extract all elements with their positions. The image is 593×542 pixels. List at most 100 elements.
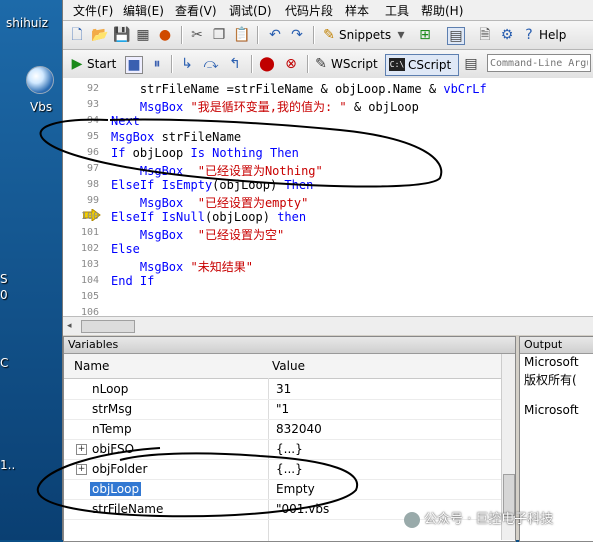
editor-horizontal-scrollbar[interactable]: ◂ [63,316,593,335]
menu-bar: 文件(F) 编辑(E) 查看(V) 调试(D) 代码片段 样本 工具 帮助(H) [63,0,593,21]
line-number: 97 [86,163,99,174]
variable-row[interactable]: nTemp 832040 [64,419,501,440]
code-line[interactable]: strFileName =strFileName & objLoop.Name … [111,82,487,96]
variables-panel-title: Variables [64,337,515,354]
paste-icon[interactable]: 📋 [233,27,250,43]
dropdown-arrow-icon[interactable]: ▾ [393,27,409,43]
copy-icon[interactable]: ❐ [211,27,227,43]
cut-icon[interactable]: ✂ [189,27,205,43]
scroll-thumb[interactable] [81,320,135,333]
debug-toolbar: ▶ Start ■ ⏸ ↳ ⤼ ↰ ⬤ ⊗ ✎ WScript C:\ CScr… [63,50,593,79]
line-number: 92 [86,83,99,94]
script-file-icon[interactable] [26,66,54,94]
expand-icon[interactable]: + [76,444,87,455]
menu-help[interactable]: 帮助(H) [421,2,463,19]
print-icon[interactable]: ▦ [135,27,151,43]
variable-value: {...} [276,462,303,476]
column-header-value[interactable]: Value [272,359,305,373]
clear-breakpoints-icon[interactable]: ⊗ [283,56,299,72]
help-button[interactable]: Help [539,25,566,45]
desktop-background: shihuiz Vbs S 0 C 1.. [0,0,62,540]
menu-samples[interactable]: 样本 [345,2,369,19]
list-icon[interactable]: ▤ [463,56,479,72]
variable-row[interactable]: nLoop 31 [64,379,501,400]
snippets-icon[interactable]: ✎ [321,27,337,43]
toolbar-separator [181,26,183,44]
desktop-file-label[interactable]: Vbs [30,100,52,114]
record-icon[interactable]: ● [157,27,173,43]
play-icon[interactable]: ▶ [69,56,85,72]
code-line[interactable]: MsgBox "已经设置为empty" [111,194,308,211]
help-icon[interactable]: ? [521,27,537,43]
menu-edit[interactable]: 编辑(E) [123,2,164,19]
variable-name: objLoop [90,482,142,496]
wscript-icon[interactable]: ✎ [313,56,329,72]
snippets-button[interactable]: Snippets [339,25,391,45]
expand-icon[interactable]: + [76,464,87,475]
save-icon[interactable]: 💾 [113,27,130,43]
code-line[interactable]: MsgBox "我是循环变量,我的值为: " & objLoop [111,98,419,115]
code-line[interactable]: End If [111,274,154,288]
toolbar-separator [313,26,315,44]
menu-file[interactable]: 文件(F) [73,2,113,19]
breakpoint-icon[interactable]: ⬤ [259,56,275,72]
open-folder-icon[interactable]: 📂 [91,27,108,43]
desktop-text-fragment: 1.. [0,458,16,472]
toolbar-separator [257,26,259,44]
output-line: Microsoft [524,403,579,417]
menu-snippets[interactable]: 代码片段 [285,2,333,19]
step-into-icon[interactable]: ↳ [179,56,195,72]
menu-view[interactable]: 查看(V) [175,2,217,19]
code-line[interactable]: If objLoop Is Nothing Then [111,146,299,160]
code-line[interactable]: Next [111,114,140,128]
line-number: 100 [80,211,99,222]
output-line: 版权所有( [524,373,577,387]
command-line-args-input[interactable] [487,54,591,72]
console-icon: C:\ [389,58,405,71]
redo-icon[interactable]: ↷ [289,27,305,43]
variable-value: {...} [276,442,303,456]
code-line[interactable]: MsgBox "未知结果" [111,258,253,275]
step-out-icon[interactable]: ↰ [227,56,243,72]
variable-value: "001.vbs [276,502,330,516]
code-line[interactable]: MsgBox "已经设置为空" [111,226,284,243]
undo-icon[interactable]: ↶ [267,27,283,43]
cscript-label: CScript [408,58,452,72]
toggle-panel-icon[interactable]: ▤ [447,27,465,45]
wscript-button[interactable]: WScript [331,54,378,74]
settings-gear-icon[interactable]: ⚙ [499,27,515,43]
variables-header: Name Value [64,354,501,379]
variable-row[interactable]: + objFolder {...} [64,459,501,480]
variable-row-selected[interactable]: objLoop Empty [64,479,501,500]
variable-name: nTemp [92,422,132,436]
code-editor[interactable]: 92 strFileName =strFileName & objLoop.Na… [63,78,593,318]
desktop-text-fragment: S [0,272,8,286]
code-line[interactable]: MsgBox strFileName [111,130,241,144]
code-line[interactable]: ElseIf IsEmpty(objLoop) Then [111,178,313,192]
code-line[interactable]: Else [111,242,140,256]
line-number: 95 [86,131,99,142]
variable-row[interactable]: strMsg "1 [64,399,501,420]
output-line: Microsoft [524,355,579,369]
stop-icon[interactable]: ■ [125,56,143,74]
code-line[interactable]: MsgBox "已经设置为Nothing" [111,162,323,179]
vbsedit-window: 文件(F) 编辑(E) 查看(V) 调试(D) 代码片段 样本 工具 帮助(H)… [62,0,593,542]
desktop-text-fragment: 0 [0,288,8,302]
line-number: 103 [80,259,99,270]
cscript-toggle[interactable]: C:\ CScript [385,54,459,76]
new-file-icon[interactable]: 🗋 [69,27,85,43]
step-over-icon[interactable]: ⤼ [203,56,219,72]
column-header-name[interactable]: Name [74,359,109,373]
variable-row[interactable]: + objFSO {...} [64,439,501,460]
pause-icon[interactable]: ⏸ [149,56,165,72]
menu-debug[interactable]: 调试(D) [229,2,272,19]
variable-name: strMsg [92,402,133,416]
variable-value: "1 [276,402,290,416]
start-button[interactable]: Start [87,54,116,74]
document-icon[interactable]: 🗎 [477,27,493,43]
menu-tools[interactable]: 工具 [385,2,409,19]
line-number: 102 [80,243,99,254]
scroll-left-icon[interactable]: ◂ [67,321,72,331]
code-line[interactable]: ElseIf IsNull(objLoop) then [111,210,306,224]
add-snippet-icon[interactable]: ⊞ [417,27,433,43]
